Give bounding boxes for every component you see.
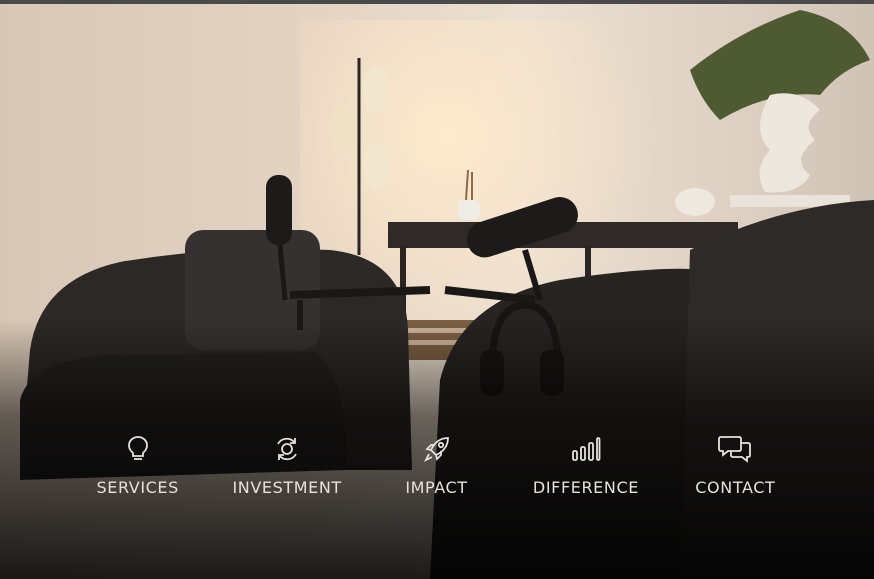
section-nav: SERVICES INVESTMENT IMPACT DIFFERENCE CO… — [63, 432, 810, 512]
nav-label-contact: CONTACT — [695, 478, 776, 497]
nav-label-investment: INVESTMENT — [232, 478, 342, 497]
lightbulb-icon — [121, 432, 155, 466]
nav-item-services[interactable]: SERVICES — [63, 432, 212, 512]
nav-item-investment[interactable]: INVESTMENT — [212, 432, 361, 512]
nav-item-difference[interactable]: DIFFERENCE — [511, 432, 660, 512]
nav-label-difference: DIFFERENCE — [532, 478, 639, 497]
bar-chart-icon — [569, 432, 603, 466]
hero-section: SERVICES INVESTMENT IMPACT DIFFERENCE CO… — [0, 0, 874, 579]
refresh-cycle-icon — [270, 432, 304, 466]
chat-bubbles-icon — [718, 432, 752, 466]
nav-item-impact[interactable]: IMPACT — [362, 432, 511, 512]
nav-label-impact: IMPACT — [405, 478, 468, 497]
nav-item-contact[interactable]: CONTACT — [661, 432, 810, 512]
rocket-icon — [420, 432, 454, 466]
nav-label-services: SERVICES — [96, 478, 179, 497]
